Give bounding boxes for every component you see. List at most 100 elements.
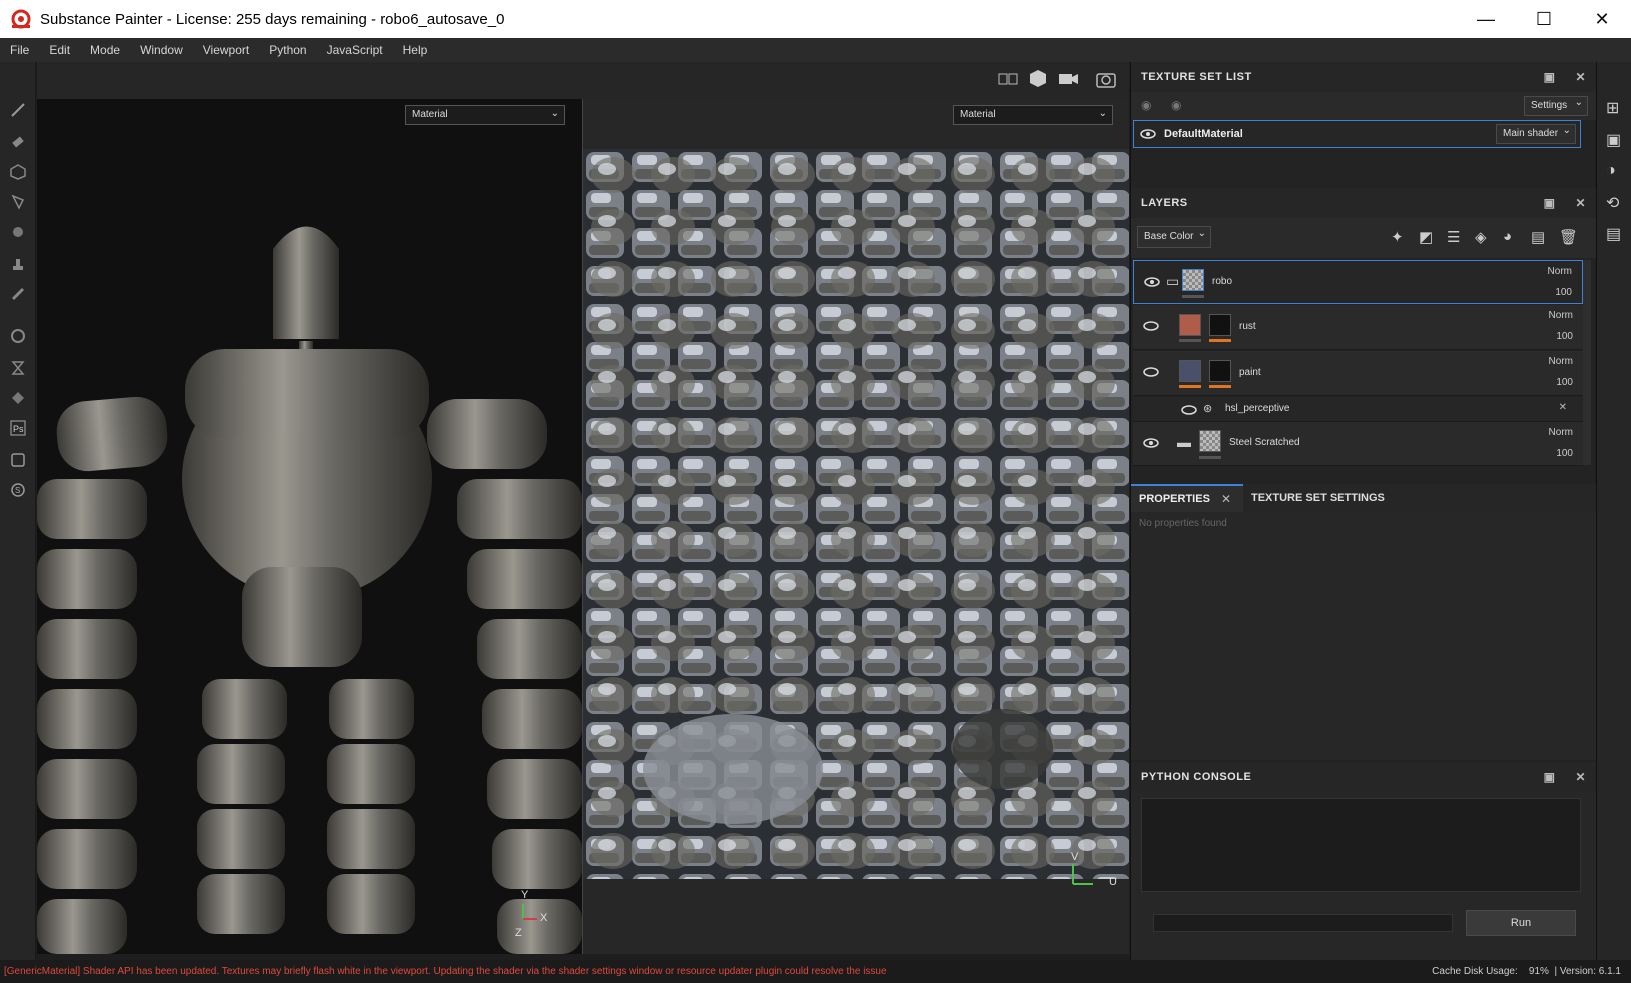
viewport-3d[interactable]: Material ⌄ Y X Z (37, 99, 582, 954)
eye-icon[interactable]: ◉ (1171, 98, 1181, 112)
blend-mode-dropdown[interactable]: Norm (1549, 310, 1573, 321)
viewport-2d-channel-dropdown[interactable]: Material ⌄ (953, 105, 1113, 125)
export-icon[interactable] (8, 450, 28, 470)
material-icon[interactable] (8, 388, 28, 408)
screenshot-camera-icon[interactable] (1095, 68, 1117, 90)
opacity-value[interactable]: 100 (1556, 448, 1573, 459)
menu-mode[interactable]: Mode (90, 43, 120, 57)
layer-row-paint[interactable]: paint Norm 100 (1133, 351, 1583, 396)
eye-icon[interactable] (1143, 366, 1159, 378)
eye-icon[interactable]: ◉ (1141, 98, 1151, 112)
layers-scrollbar[interactable] (1583, 260, 1591, 465)
menu-javascript[interactable]: JavaScript (327, 43, 383, 57)
eye-icon[interactable] (1144, 276, 1160, 288)
eye-icon[interactable] (1181, 404, 1197, 416)
material-name: DefaultMaterial (1164, 128, 1243, 140)
svg-text:S: S (15, 486, 20, 495)
opacity-value[interactable]: 100 (1556, 331, 1573, 342)
tab-properties[interactable]: PROPERTIES ✕ (1131, 484, 1243, 512)
menu-viewport[interactable]: Viewport (203, 43, 249, 57)
smudge-icon[interactable] (8, 222, 28, 242)
split-view-icon[interactable] (997, 70, 1019, 90)
layer-row-robo[interactable]: ▭ robo Norm 100 (1133, 260, 1583, 304)
viewport-2d-uv[interactable]: Material ⌄ V U (583, 99, 1129, 954)
add-effect-wand-icon[interactable]: ✦ (1391, 228, 1404, 246)
cube-icon[interactable] (1027, 68, 1049, 90)
eye-icon[interactable] (1143, 437, 1159, 449)
opacity-value[interactable]: 100 (1555, 287, 1572, 298)
opacity-value[interactable]: 100 (1556, 377, 1573, 388)
viewport-toolbar (37, 62, 1129, 99)
close-panel-icon[interactable]: ✕ (1575, 770, 1586, 784)
shader-settings-icon[interactable]: ◑ (1606, 162, 1616, 180)
close-window-button[interactable]: ✕ (1573, 0, 1631, 38)
close-panel-icon[interactable]: ✕ (1575, 70, 1586, 84)
close-panel-icon[interactable]: ✕ (1575, 196, 1586, 210)
shader-label: Main shader (1503, 128, 1559, 139)
add-fill-layer-icon[interactable]: ◈ (1475, 228, 1487, 246)
photoshop-export-icon[interactable]: Ps (8, 418, 28, 438)
blend-mode-dropdown[interactable]: Norm (1548, 266, 1572, 277)
chevron-down-icon: ⌄ (1197, 228, 1206, 239)
projection-icon[interactable] (8, 162, 28, 182)
layer-mask-bar (1179, 385, 1201, 388)
tab-label: PROPERTIES (1139, 493, 1210, 505)
layer-thumbnail (1179, 314, 1201, 336)
display-settings-icon[interactable]: ▣ (1606, 130, 1621, 150)
chevron-down-icon: ⌄ (1098, 108, 1107, 119)
texture-set-row[interactable]: DefaultMaterial Main shader ⌄ (1133, 120, 1581, 148)
layer-mask-bar (1199, 456, 1221, 459)
undock-icon[interactable]: ▣ (1544, 770, 1556, 784)
layer-row-steel-scratched[interactable]: ▬ Steel Scratched Norm 100 (1133, 422, 1583, 466)
dropdown-label: Material (960, 109, 996, 120)
eraser-icon[interactable] (8, 132, 28, 152)
add-smart-material-icon[interactable]: ◕ (1503, 228, 1512, 245)
eye-icon[interactable] (1143, 320, 1159, 332)
remove-effect-icon[interactable]: ✕ (1559, 402, 1567, 413)
undock-icon[interactable]: ▣ (1544, 196, 1556, 210)
add-mask-icon[interactable]: ◩ (1419, 228, 1433, 246)
axis-v-label: V (1071, 851, 1079, 863)
paint-brush-icon[interactable] (8, 100, 28, 120)
shelf-icon[interactable] (8, 326, 28, 346)
effect-row-hsl[interactable]: ⊛ hsl_perceptive ✕ (1133, 397, 1583, 422)
settings-dropdown[interactable]: Settings ⌄ (1524, 96, 1588, 116)
maximize-button[interactable]: ☐ (1515, 0, 1573, 38)
window-title: Substance Painter - License: 255 days re… (40, 10, 505, 28)
menu-file[interactable]: File (10, 43, 29, 57)
add-layer-icon[interactable]: ☰ (1447, 228, 1460, 246)
python-console-header: PYTHON CONSOLE ▣ ✕ (1131, 762, 1596, 792)
tab-texture-set-settings[interactable]: TEXTURE SET SETTINGS (1243, 484, 1403, 512)
blend-mode-dropdown[interactable]: Norm (1549, 427, 1573, 438)
minimize-button[interactable]: — (1457, 0, 1515, 38)
layer-row-rust[interactable]: rust Norm 100 (1133, 305, 1583, 350)
polygon-fill-icon[interactable] (8, 192, 28, 212)
run-button[interactable]: Run (1466, 910, 1576, 936)
layout-grid-icon[interactable]: ⊞ (1606, 98, 1619, 118)
menu-help[interactable]: Help (403, 43, 428, 57)
log-icon[interactable]: ▤ (1606, 224, 1621, 244)
add-folder-icon[interactable]: ▤ (1531, 228, 1545, 246)
menu-python[interactable]: Python (269, 43, 306, 57)
blend-mode-dropdown[interactable]: Norm (1549, 356, 1573, 367)
shader-dropdown[interactable]: Main shader ⌄ (1496, 124, 1576, 144)
history-icon[interactable]: ⟲ (1606, 193, 1619, 213)
hourglass-icon[interactable] (8, 358, 28, 378)
console-input[interactable] (1153, 914, 1453, 932)
console-output[interactable] (1141, 798, 1581, 892)
menu-edit[interactable]: Edit (49, 43, 70, 57)
substance-share-icon[interactable]: S (8, 480, 28, 500)
axis-u-label: U (1109, 876, 1117, 888)
layer-mask-bar (1182, 295, 1204, 298)
eye-icon[interactable] (1140, 128, 1156, 140)
cache-label: Cache Disk Usage: (1432, 966, 1518, 977)
delete-layer-icon[interactable]: 🗑 (1559, 228, 1578, 246)
color-picker-icon[interactable] (8, 284, 28, 304)
menu-window[interactable]: Window (140, 43, 183, 57)
channel-dropdown[interactable]: Base Color ⌄ (1137, 226, 1211, 248)
title-bar: Substance Painter - License: 255 days re… (0, 0, 1631, 38)
close-tab-icon[interactable]: ✕ (1221, 492, 1231, 506)
undock-icon[interactable]: ▣ (1544, 70, 1556, 84)
clone-stamp-icon[interactable] (8, 254, 28, 274)
camera-video-icon[interactable] (1057, 68, 1081, 90)
